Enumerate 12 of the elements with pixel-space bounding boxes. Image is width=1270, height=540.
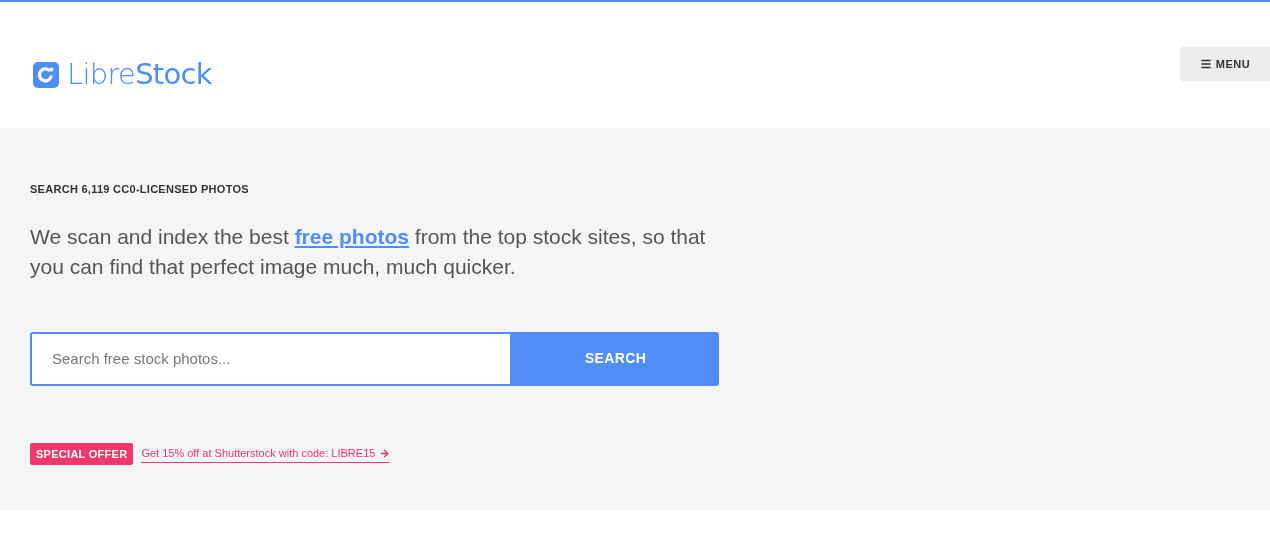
shutterstock-offer-link[interactable]: Get 15% off at Shutterstock with code: LIBRE15 <box>141 445 391 463</box>
arrow-right-icon <box>379 447 391 459</box>
search-field[interactable]: Search free stock photos... <box>30 331 512 386</box>
menu-icon <box>1199 58 1212 70</box>
logo-icon <box>33 61 59 88</box>
intro-text: We scan and index the best free photos from the top stock sites, so that you can find that perfect image much, much quicker. <box>30 223 707 280</box>
search-button[interactable]: SEARCH <box>512 331 719 386</box>
special-offer-badge: SPECIAL OFFER <box>30 442 134 465</box>
menu-button[interactable]: MENU <box>1180 47 1270 81</box>
free-photos-link[interactable]: free photos <box>294 224 409 248</box>
logo-text[interactable]: LibreStock <box>67 53 212 97</box>
eyebrow-text: SEARCH 6,119 CC0-LICENSED PHOTOS <box>30 182 250 197</box>
